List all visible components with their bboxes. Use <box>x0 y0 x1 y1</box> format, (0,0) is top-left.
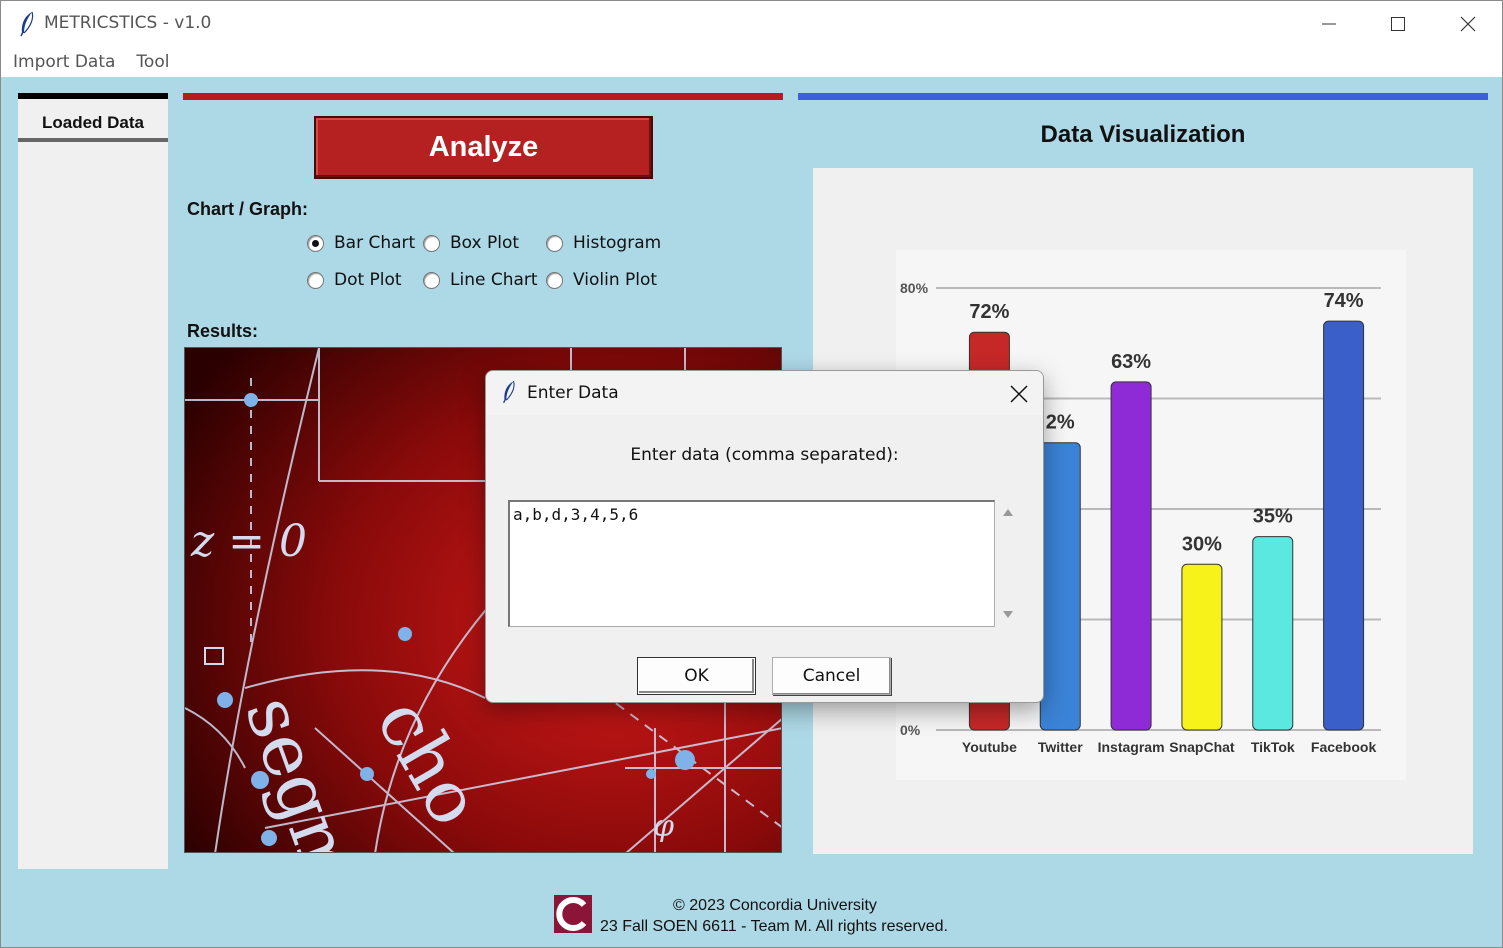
x-tick-label: Youtube <box>962 739 1017 755</box>
scroll-up-arrow-icon[interactable] <box>1003 509 1013 516</box>
radio-line-chart[interactable]: Line Chart <box>423 270 538 290</box>
title-bar: METRICSTICS - v1.0 <box>1 1 1502 47</box>
radio-indicator <box>307 234 324 252</box>
minimize-button[interactable] <box>1299 7 1359 41</box>
dialog-close-button[interactable] <box>998 379 1040 409</box>
close-icon <box>1460 16 1476 32</box>
radio-bar-chart[interactable]: Bar Chart <box>307 233 415 253</box>
dialog-title-bar: Enter Data <box>486 371 1043 415</box>
data-label: 74% <box>1324 290 1364 312</box>
menu-tool[interactable]: Tool <box>136 52 169 72</box>
results-text-z-eq-0: z = 0 <box>190 516 307 567</box>
x-tick-label: SnapChat <box>1169 739 1235 755</box>
data-label: 30% <box>1182 533 1222 555</box>
x-tick-label: Twitter <box>1038 739 1083 755</box>
maximize-icon <box>1391 17 1405 31</box>
red-divider <box>183 93 783 100</box>
footer-credits: 23 Fall SOEN 6611 - Team M. All rights r… <box>600 918 948 935</box>
bar-tiktok <box>1252 536 1294 731</box>
bar-facebook <box>1323 320 1365 731</box>
enter-data-dialog: Enter Data Enter data (comma separated):… <box>485 370 1044 703</box>
radio-histogram[interactable]: Histogram <box>546 233 661 253</box>
radio-label: Line Chart <box>450 270 538 290</box>
textarea-scrollbar[interactable] <box>996 500 1020 627</box>
dialog-prompt: Enter data (comma separated): <box>630 445 899 465</box>
x-tick-label: Facebook <box>1311 739 1377 755</box>
radio-label: Bar Chart <box>334 233 416 253</box>
radio-label: Box Plot <box>450 233 520 253</box>
app-window: METRICSTICS - v1.0 Import Data Tool Load… <box>0 0 1503 948</box>
loaded-data-panel: Loaded Data <box>18 93 168 869</box>
feather-icon <box>20 11 34 37</box>
y-tick-label: 0% <box>900 722 921 738</box>
scroll-down-arrow-icon[interactable] <box>1003 611 1013 618</box>
data-input-textarea[interactable]: a,b,d,3,4,5,6 <box>508 500 995 627</box>
cancel-button[interactable]: Cancel <box>772 657 891 695</box>
data-label: 35% <box>1253 506 1293 528</box>
x-tick-label: TikTok <box>1251 739 1295 755</box>
results-text-phi: φ <box>653 809 674 844</box>
radio-box-plot[interactable]: Box Plot <box>423 233 519 253</box>
radio-indicator <box>546 271 563 289</box>
radio-indicator <box>546 234 563 252</box>
x-tick-label: Instagram <box>1098 739 1165 755</box>
maximize-button[interactable] <box>1368 7 1428 41</box>
radio-indicator <box>423 234 440 252</box>
results-label: Results: <box>187 321 259 341</box>
concordia-logo <box>554 895 592 933</box>
radio-label: Violin Plot <box>573 270 658 290</box>
bar-instagram <box>1110 381 1152 731</box>
footer-copyright: © 2023 Concordia University <box>673 897 877 914</box>
close-button[interactable] <box>1438 7 1498 41</box>
radio-violin-plot[interactable]: Violin Plot <box>546 270 657 290</box>
data-label: 63% <box>1111 351 1151 373</box>
bar-snapchat <box>1181 563 1223 731</box>
minimize-icon <box>1322 23 1336 25</box>
dialog-title: Enter Data <box>527 383 619 403</box>
window-title: METRICSTICS - v1.0 <box>44 13 212 33</box>
blue-divider <box>798 93 1488 100</box>
radio-indicator <box>423 271 440 289</box>
ok-button[interactable]: OK <box>637 657 756 695</box>
analyze-button[interactable]: Analyze <box>314 116 653 179</box>
radio-label: Dot Plot <box>334 270 402 290</box>
data-label: 72% <box>969 301 1009 323</box>
menu-bar: Import Data Tool <box>1 47 1502 77</box>
chart-graph-label: Chart / Graph: <box>187 199 309 219</box>
feather-icon <box>502 381 515 404</box>
data-label: 2% <box>1046 412 1075 434</box>
radio-dot-plot[interactable]: Dot Plot <box>307 270 402 290</box>
radio-label: Histogram <box>573 233 662 253</box>
visualization-title: Data Visualization <box>1040 121 1246 148</box>
tab-loaded-data[interactable]: Loaded Data <box>18 107 168 142</box>
menu-import-data[interactable]: Import Data <box>13 52 115 72</box>
bar-twitter <box>1039 442 1081 731</box>
close-icon <box>1010 385 1028 403</box>
y-tick-label: 80% <box>900 280 929 296</box>
radio-indicator <box>307 271 324 289</box>
